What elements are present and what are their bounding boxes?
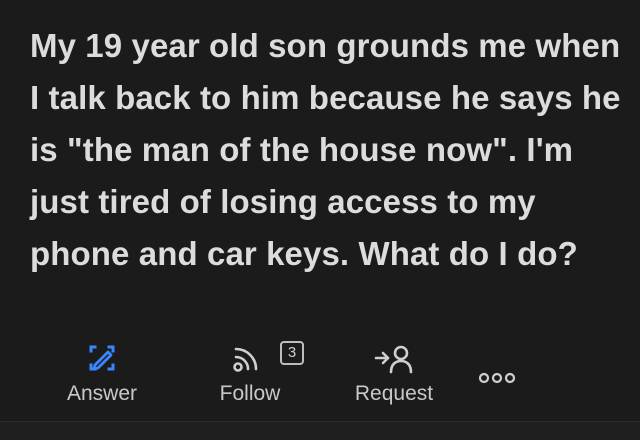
follow-button[interactable]: 3 Follow <box>204 338 304 406</box>
answer-label: Answer <box>66 382 138 405</box>
answer-button[interactable]: Answer <box>58 338 146 406</box>
request-label: Request <box>354 382 434 405</box>
question-title[interactable]: My 19 year old son grounds me when I tal… <box>30 20 626 280</box>
rss-icon: 3 <box>230 338 304 378</box>
request-button[interactable]: Request <box>344 338 444 406</box>
follow-label: Follow <box>219 382 281 405</box>
request-person-icon <box>372 338 416 378</box>
action-bar: Answer 3 Follow Request <box>0 338 640 418</box>
more-dots-icon <box>477 358 517 398</box>
follow-count-badge: 3 <box>280 341 304 365</box>
bottom-strip <box>0 422 640 440</box>
pencil-square-icon <box>85 338 119 378</box>
more-options-button[interactable] <box>474 358 520 398</box>
